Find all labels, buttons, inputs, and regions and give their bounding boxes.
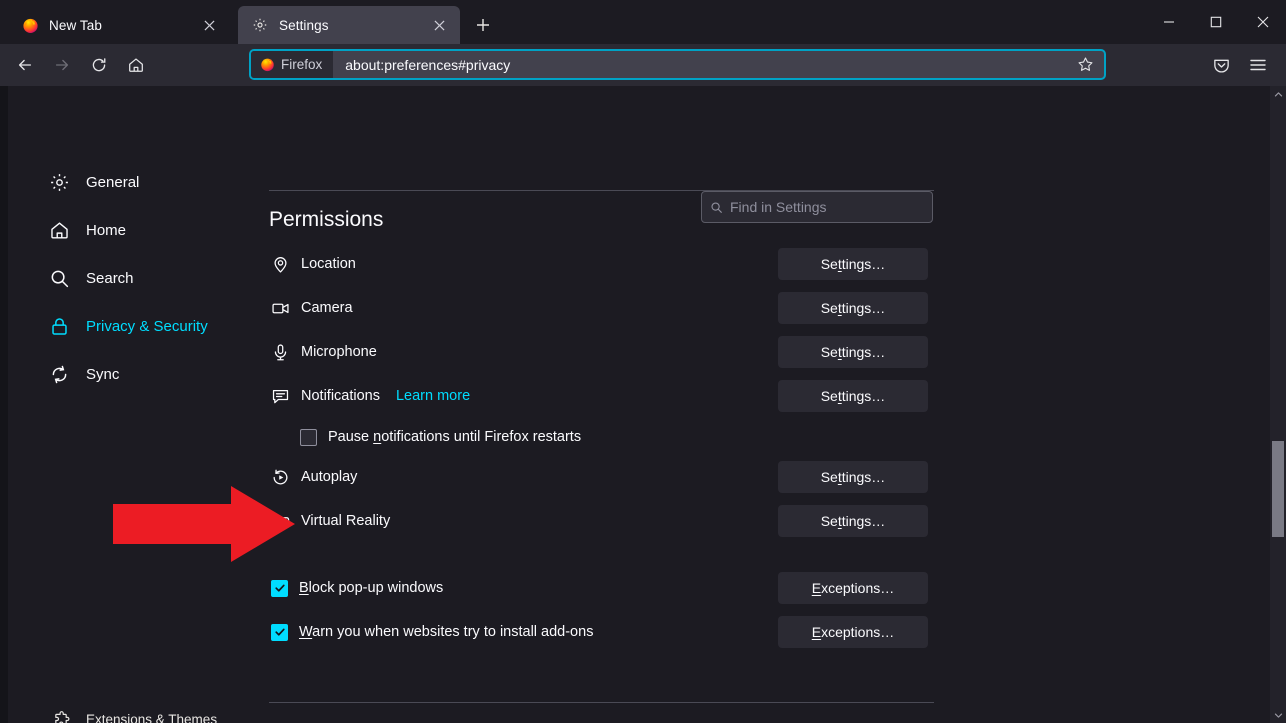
firefox-browser-window: New Tab Settings Firefox about:preferenc… [0, 0, 1286, 723]
permission-label: Location [301, 256, 356, 272]
search-placeholder: Find in Settings [730, 199, 827, 215]
location-settings-button[interactable]: Se t tings… [778, 248, 928, 280]
search-icon [48, 267, 70, 289]
block-popups-checkbox[interactable] [271, 579, 288, 597]
home-icon [48, 219, 70, 241]
sidebar-item-label: Search [86, 269, 134, 287]
gear-icon [48, 171, 70, 193]
divider-bottom [269, 702, 934, 703]
close-icon[interactable] [428, 14, 450, 36]
page-scrollbar[interactable] [1270, 86, 1286, 723]
tab-bar: New Tab Settings [0, 0, 1286, 44]
gear-icon [252, 17, 269, 34]
tab-settings[interactable]: Settings [238, 6, 460, 44]
permission-label: Camera [301, 300, 353, 316]
permission-label: Autoplay [301, 469, 358, 485]
sidebar-item-label: Sync [86, 365, 120, 383]
camera-settings-button[interactable]: Se t tings… [778, 292, 928, 324]
lock-icon [48, 315, 70, 337]
permission-row-notifications: Notifications Learn more Se t tings… [269, 378, 934, 414]
pause-notifications-label: Pause notifications until Firefox restar… [328, 429, 582, 445]
permission-row-virtual-reality: Virtual Reality Se t tings… [269, 503, 934, 539]
maximize-icon[interactable] [1192, 0, 1239, 44]
sidebar-item-label: Extensions & Themes [86, 711, 218, 723]
back-button[interactable] [8, 49, 42, 81]
hamburger-menu-icon[interactable] [1241, 49, 1275, 81]
search-input[interactable]: Find in Settings [701, 191, 933, 223]
autoplay-settings-button[interactable]: Se t tings… [778, 461, 928, 493]
left-edge-strip [0, 86, 8, 723]
close-icon[interactable] [198, 14, 220, 36]
sidebar-item-label: General [86, 173, 140, 191]
scrollbar-thumb[interactable] [1272, 441, 1284, 537]
url-bar-container[interactable]: Firefox about:preferences#privacy [249, 49, 1106, 80]
star-icon[interactable] [1069, 51, 1101, 78]
new-tab-button[interactable] [468, 10, 498, 40]
tab-new-tab[interactable]: New Tab [8, 6, 230, 44]
camera-icon [269, 297, 291, 319]
tab-title: Settings [279, 17, 329, 33]
permission-row-microphone: Microphone Se t tings… [269, 334, 934, 370]
microphone-icon [269, 341, 291, 363]
notification-bubble-icon [269, 385, 291, 407]
sidebar-item-label: Home [86, 221, 127, 239]
pause-notifications-row[interactable]: Pause notifications until Firefox restar… [269, 419, 934, 455]
permission-label: Notifications [301, 388, 380, 404]
popups-exceptions-button[interactable]: Exceptions… [778, 572, 928, 604]
page-title: Permissions [269, 208, 384, 231]
sidebar-item-sync[interactable]: Sync [8, 357, 119, 391]
warn-addons-row[interactable]: Warn you when websites try to install ad… [269, 614, 934, 650]
settings-sidebar: General Home Search Privacy & Security S… [8, 86, 260, 723]
minimize-icon[interactable] [1145, 0, 1192, 44]
url-bar[interactable]: Firefox about:preferences#privacy [249, 49, 1106, 80]
scroll-up-icon[interactable] [1270, 86, 1286, 102]
virtual-reality-settings-button[interactable]: Se t tings… [778, 505, 928, 537]
identity-badge[interactable]: Firefox [251, 51, 334, 78]
divider-top [269, 190, 934, 191]
firefox-logo-icon [261, 58, 274, 72]
red-arrow-annotation [113, 486, 295, 562]
sidebar-item-label: Privacy & Security [86, 317, 208, 335]
toolbar-right-actions [1204, 44, 1278, 86]
notifications-settings-button[interactable]: Se t tings… [778, 380, 928, 412]
autoplay-icon [269, 466, 291, 488]
sync-icon [48, 363, 70, 385]
extension-icon [52, 710, 70, 723]
permission-row-camera: Camera Se t tings… [269, 290, 934, 326]
microphone-settings-button[interactable]: Se t tings… [778, 336, 928, 368]
warn-addons-label: Warn you when websites try to install ad… [299, 624, 594, 640]
addons-exceptions-button[interactable]: Exceptions… [778, 616, 928, 648]
url-text[interactable]: about:preferences#privacy [333, 57, 1069, 73]
permission-label: Microphone [301, 344, 377, 360]
pause-notifications-checkbox[interactable] [300, 428, 317, 446]
permission-label: Virtual Reality [301, 513, 391, 529]
sidebar-item-privacy-security[interactable]: Privacy & Security [8, 309, 208, 343]
permission-row-location: Location Se t tings… [269, 246, 934, 282]
search-icon [710, 201, 723, 214]
forward-button[interactable] [45, 49, 79, 81]
warn-addons-checkbox[interactable] [271, 623, 288, 641]
sidebar-item-home[interactable]: Home [8, 213, 126, 247]
block-popups-row[interactable]: Block pop-up windows Exceptions… [269, 570, 934, 606]
identity-badge-label: Firefox [281, 57, 323, 72]
sidebar-item-search[interactable]: Search [8, 261, 134, 295]
firefox-logo-icon [22, 17, 39, 34]
reload-button[interactable] [82, 49, 116, 81]
tab-title: New Tab [49, 17, 102, 33]
pocket-icon[interactable] [1204, 49, 1238, 81]
location-pin-icon [269, 253, 291, 275]
window-controls [1145, 0, 1286, 44]
settings-page-content: General Home Search Privacy & Security S… [0, 86, 1286, 723]
permission-row-autoplay: Autoplay Se t tings… [269, 459, 934, 495]
scroll-down-icon[interactable] [1270, 707, 1286, 723]
sidebar-item-extensions-themes[interactable]: Extensions & Themes [8, 705, 217, 723]
close-icon[interactable] [1239, 0, 1286, 44]
block-popups-label: Block pop-up windows [299, 580, 444, 596]
notifications-learn-more-link[interactable]: Learn more [396, 388, 470, 404]
home-button[interactable] [119, 49, 153, 81]
sidebar-item-general[interactable]: General [8, 165, 139, 199]
